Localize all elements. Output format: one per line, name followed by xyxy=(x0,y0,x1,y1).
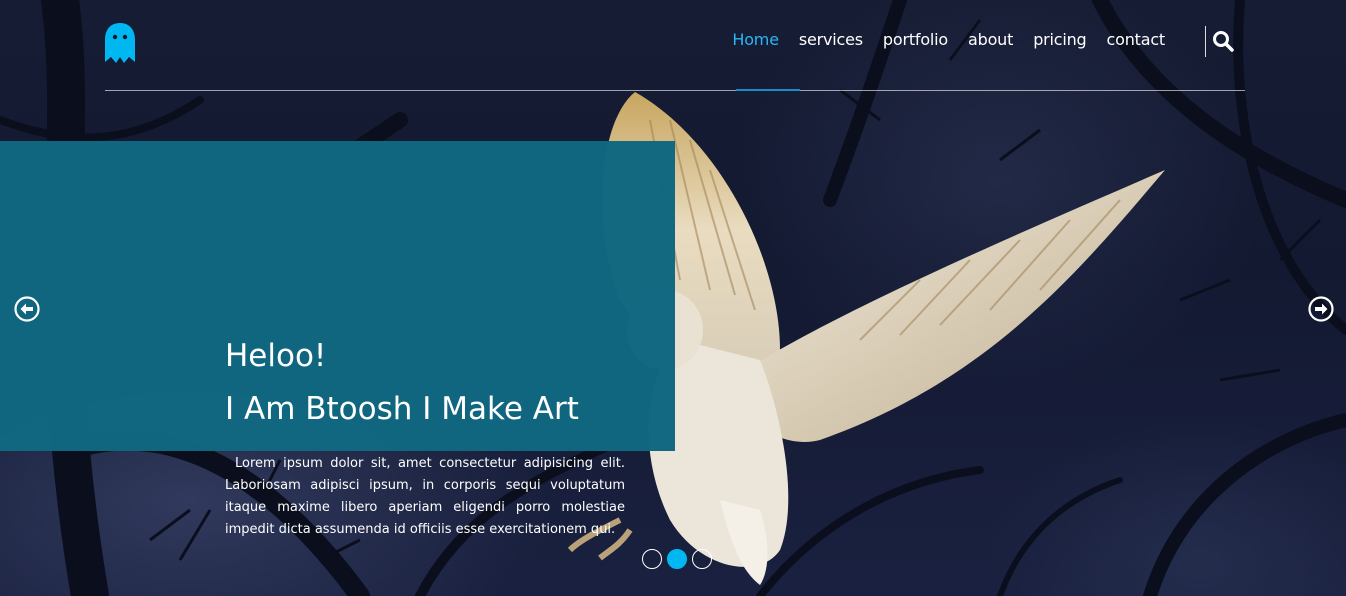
slide-indicators xyxy=(642,549,712,569)
header-divider xyxy=(105,90,1245,91)
slide-dot-1[interactable] xyxy=(642,549,662,569)
nav-item-pricing[interactable]: pricing xyxy=(1033,30,1087,49)
nav-divider xyxy=(1205,26,1206,57)
nav-item-home[interactable]: Home xyxy=(732,30,779,49)
slide-greeting: Heloo! xyxy=(225,338,327,374)
nav-item-services[interactable]: services xyxy=(799,30,863,49)
arrow-circle-left-icon[interactable] xyxy=(14,296,40,322)
ghost-logo-icon[interactable] xyxy=(104,22,136,64)
slide-description: Lorem ipsum dolor sit, amet consectetur … xyxy=(225,456,625,537)
nav-item-about[interactable]: about xyxy=(968,30,1013,49)
active-nav-indicator xyxy=(736,89,800,91)
slide-dot-3[interactable] xyxy=(692,549,712,569)
slide-tagline: I Am Btoosh I Make Art xyxy=(225,391,579,427)
arrow-circle-right-icon[interactable] xyxy=(1308,296,1334,322)
nav-item-contact[interactable]: contact xyxy=(1107,30,1166,49)
main-nav: Home services portfolio about pricing co… xyxy=(732,30,1165,49)
nav-item-portfolio[interactable]: portfolio xyxy=(883,30,948,49)
search-icon[interactable] xyxy=(1212,30,1234,52)
slide-dot-2[interactable] xyxy=(667,549,687,569)
